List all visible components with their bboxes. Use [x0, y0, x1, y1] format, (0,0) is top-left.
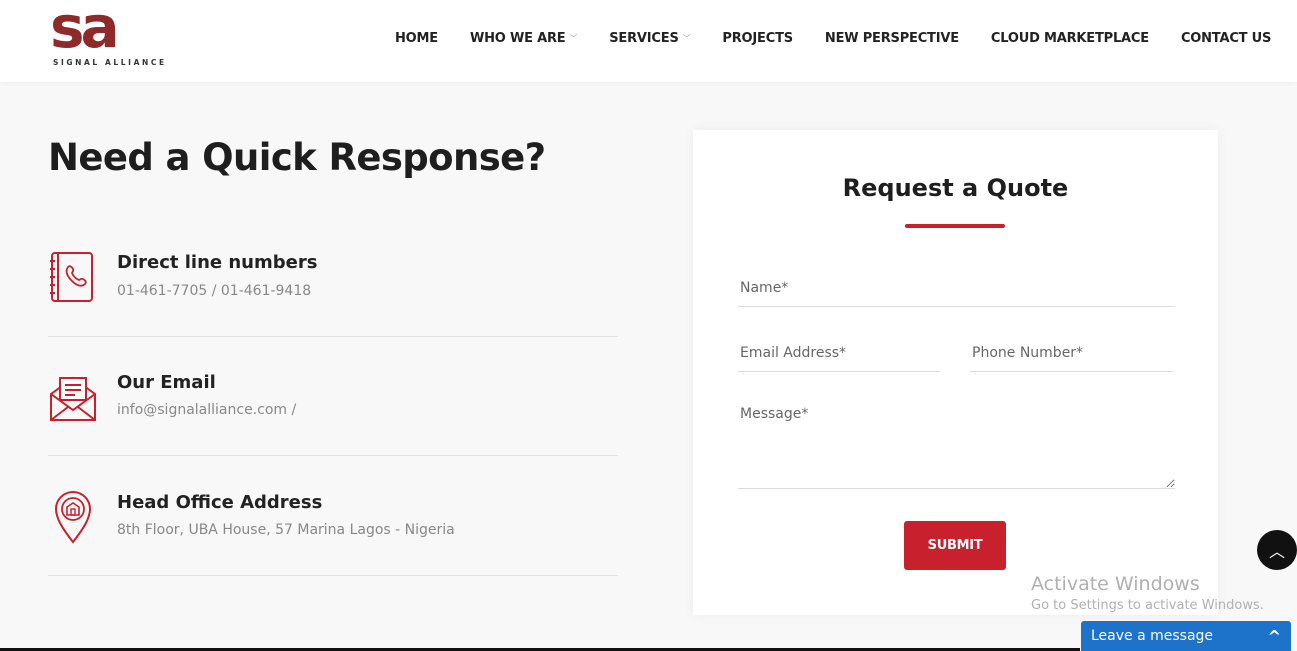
- chat-label: Leave a message: [1091, 628, 1214, 644]
- site-header: sa SIGNAL ALLIANCE HOME WHO WE ARE ﹀ SERV…: [0, 0, 1297, 82]
- message-textarea[interactable]: [738, 402, 1175, 489]
- chevron-down-icon: ﹀: [569, 33, 578, 43]
- phone-input[interactable]: [970, 335, 1173, 372]
- nav-label: NEW PERSPECTIVE: [824, 30, 959, 46]
- contact-text: 8th Floor, UBA House, 57 Marina Lagos - …: [117, 522, 455, 538]
- scroll-to-top-button[interactable]: ︿: [1257, 530, 1297, 570]
- nav-item-services[interactable]: SERVICES ﹀: [609, 28, 690, 48]
- chevron-up-icon: ^: [1267, 626, 1281, 646]
- nav-item-home[interactable]: HOME: [395, 28, 438, 48]
- phone-book-icon: [50, 252, 93, 302]
- email-input[interactable]: [738, 335, 940, 372]
- contact-item-address: Head Office Address 8th Floor, UBA House…: [48, 458, 618, 576]
- contact-item-email: Our Email info@signalalliance.com /: [48, 338, 618, 456]
- quote-title: Request a Quote: [842, 174, 1069, 202]
- nav-label: SERVICES: [609, 30, 679, 46]
- nav-label: CLOUD MARKETPLACE: [990, 30, 1149, 46]
- contact-heading: Direct line numbers: [117, 252, 318, 273]
- main-nav: HOME WHO WE ARE ﹀ SERVICES ﹀ PROJECTS NEW …: [395, 28, 1271, 48]
- nav-item-new-perspective[interactable]: NEW PERSPECTIVE: [825, 28, 959, 48]
- chevron-down-icon: ﹀: [682, 33, 691, 43]
- request-quote-card: Request a Quote SUBMIT: [693, 130, 1218, 615]
- email-envelope-icon: [50, 376, 96, 421]
- page-title: Need a Quick Response?: [48, 136, 546, 179]
- nav-item-who-we-are[interactable]: WHO WE ARE ﹀: [469, 28, 578, 48]
- contact-heading: Our Email: [117, 372, 216, 393]
- logo-mark: sa: [50, 0, 120, 61]
- submit-button[interactable]: SUBMIT: [904, 521, 1006, 570]
- nav-label: HOME: [395, 30, 438, 46]
- nav-item-contact-us[interactable]: CONTACT US: [1181, 28, 1271, 48]
- nav-item-projects[interactable]: PROJECTS: [722, 28, 793, 48]
- name-input[interactable]: [738, 270, 1175, 307]
- chevron-up-icon: ︿: [1268, 542, 1285, 561]
- leave-message-chat-widget[interactable]: Leave a message ^: [1081, 621, 1291, 651]
- location-pin-icon: [54, 491, 92, 544]
- signal-alliance-logo[interactable]: sa SIGNAL ALLIANCE: [50, 0, 170, 70]
- nav-label: WHO WE ARE: [469, 30, 566, 46]
- activate-windows-subtitle: Go to Settings to activate Windows.: [1031, 598, 1264, 613]
- title-underline: [905, 224, 1005, 228]
- nav-label: CONTACT US: [1180, 30, 1272, 46]
- contact-text[interactable]: info@signalalliance.com /: [117, 402, 296, 418]
- contact-text: 01-461-7705 / 01-461-9418: [117, 283, 312, 299]
- nav-label: PROJECTS: [722, 30, 793, 46]
- logo-subtitle: SIGNAL ALLIANCE: [53, 58, 167, 67]
- nav-item-cloud-marketplace[interactable]: CLOUD MARKETPLACE: [991, 28, 1149, 48]
- contact-item-phone: Direct line numbers 01-461-7705 / 01-461…: [48, 219, 618, 337]
- contact-heading: Head Office Address: [117, 492, 323, 513]
- activate-windows-title: Activate Windows: [1031, 573, 1200, 595]
